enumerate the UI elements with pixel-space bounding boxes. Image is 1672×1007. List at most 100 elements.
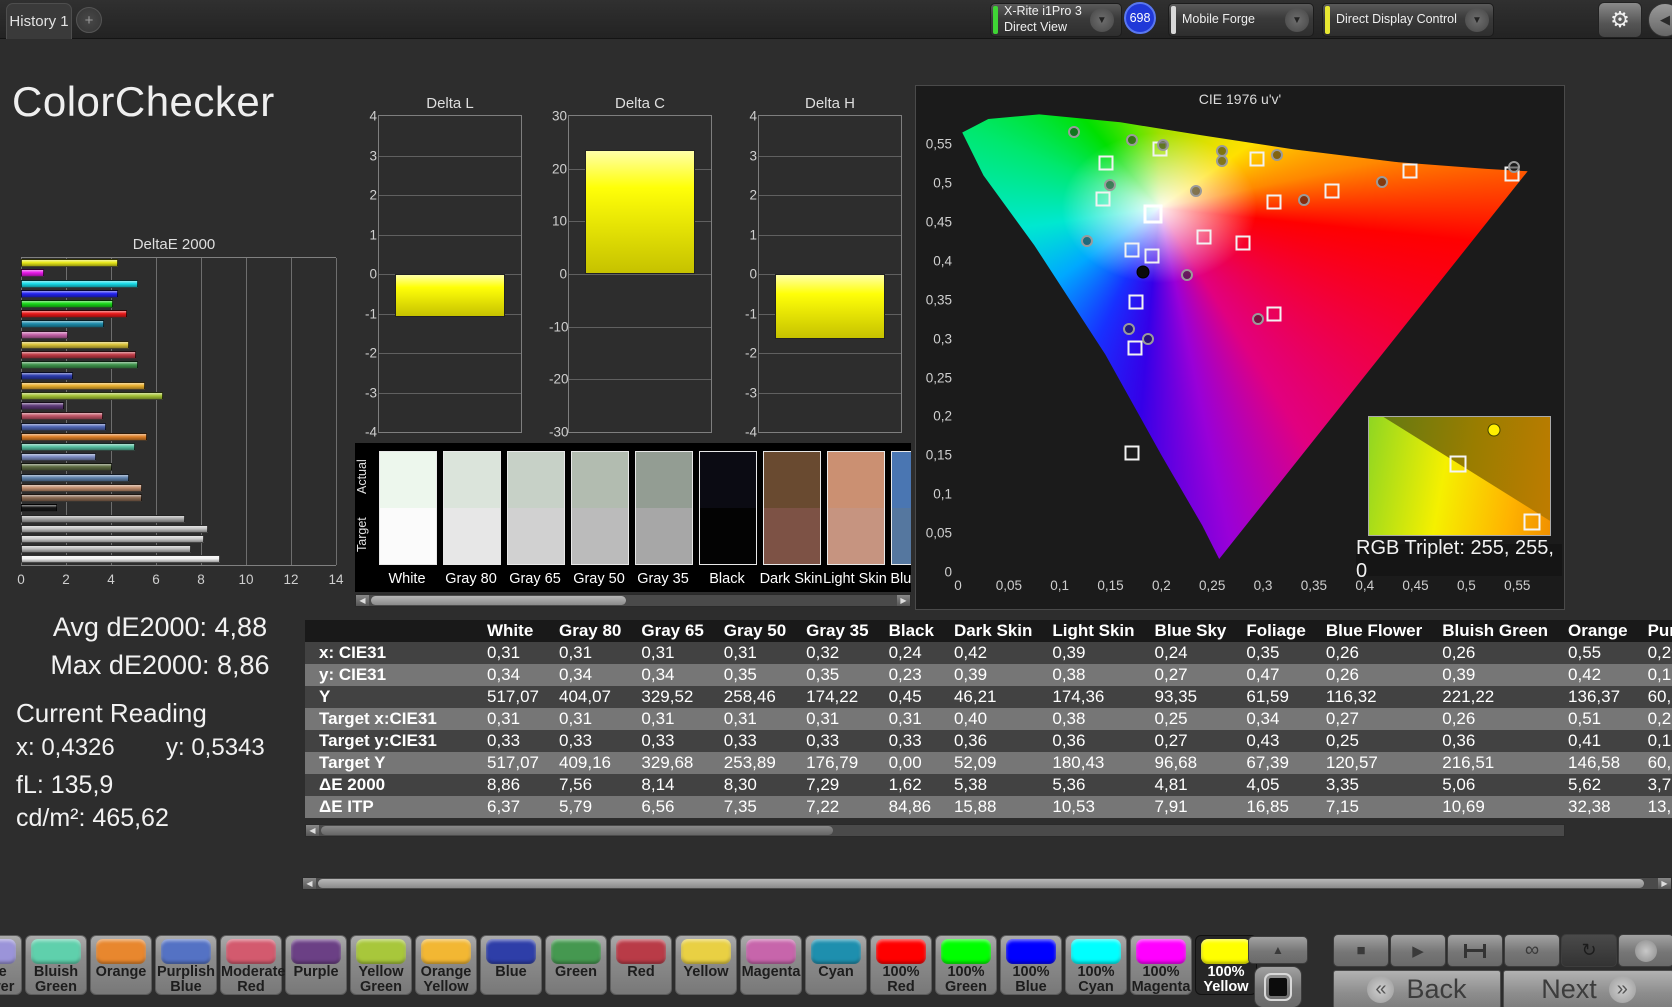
pattern-button-orange-yellow[interactable]: Orange Yellow xyxy=(415,935,477,995)
table-cell: 32,38 xyxy=(1558,796,1638,818)
pattern-size-button[interactable] xyxy=(1447,934,1503,967)
scroll-left-icon[interactable]: ◀ xyxy=(306,825,319,836)
source-dropdown[interactable]: Mobile Forge ▼ xyxy=(1168,3,1314,37)
continuous-read-button[interactable]: ∞ xyxy=(1504,934,1560,967)
deltae-bar-orange-yellow xyxy=(21,381,145,390)
pattern-button-green[interactable]: Green xyxy=(545,935,607,995)
y-tick-label: -4 xyxy=(744,424,757,440)
pattern-button-blue[interactable]: Blue xyxy=(480,935,542,995)
x-tick-label: 0,2 xyxy=(1151,578,1171,593)
table-cell: 0,42 xyxy=(943,642,1043,664)
cie-target-marker xyxy=(1098,155,1114,171)
table-cell: 46,21 xyxy=(943,686,1043,708)
pattern-bar-expand-button[interactable]: ▲ xyxy=(1248,936,1308,964)
pattern-button-magenta[interactable]: Magenta xyxy=(740,935,802,995)
pattern-button-100-red[interactable]: 100% Red xyxy=(870,935,932,995)
reading-count-badge[interactable]: 698 xyxy=(1124,2,1156,34)
deltae-bar-purple xyxy=(21,402,64,411)
pattern-button-yellow-green[interactable]: Yellow Green xyxy=(350,935,412,995)
y-tick-label: 0,1 xyxy=(933,486,952,502)
meter-dropdown[interactable]: X-Rite i1Pro 3 Direct View ▼ xyxy=(990,3,1122,37)
record-button[interactable] xyxy=(1618,934,1672,967)
table-cell: 174,22 xyxy=(796,686,879,708)
swatch-block xyxy=(443,451,501,565)
pattern-button-label: Orange Yellow xyxy=(420,964,472,996)
add-tab-button[interactable]: + xyxy=(76,7,102,33)
tab-history-1[interactable]: History 1 xyxy=(6,3,72,39)
table-cell: 5,06 xyxy=(1432,774,1559,796)
pattern-button-100-magenta[interactable]: 100% Magenta xyxy=(1130,935,1192,995)
source-dropdown-label: Mobile Forge xyxy=(1182,12,1255,27)
pattern-window-button[interactable] xyxy=(1254,966,1302,1007)
swatch-actual-color xyxy=(764,452,820,508)
table-cell: 216,51 xyxy=(1432,752,1559,774)
table-cell: 16,85 xyxy=(1236,796,1316,818)
table-cell: 404,07 xyxy=(549,686,632,708)
pattern-button-100-cyan[interactable]: 100% Cyan xyxy=(1065,935,1127,995)
table-scrollbar-thumb[interactable] xyxy=(321,826,833,835)
deltae-bar-100-green xyxy=(21,299,114,308)
pattern-button-red[interactable]: Red xyxy=(610,935,672,995)
deltae-bar-yellow xyxy=(21,340,129,349)
table-cell: 0,39 xyxy=(1432,664,1559,686)
play-button[interactable]: ▶ xyxy=(1390,934,1446,967)
panel-scrollbar-thumb[interactable] xyxy=(318,879,1644,888)
pattern-button-blue-flower[interactable]: BlueFlower xyxy=(0,935,22,995)
table-cell: 13,34 xyxy=(1637,796,1672,818)
cie-measured-marker xyxy=(1271,149,1284,161)
table-cell: 0,36 xyxy=(1432,730,1559,752)
scroll-left-icon[interactable]: ◀ xyxy=(356,595,369,606)
y-tick-label: 0,15 xyxy=(925,447,952,463)
scroll-right-icon[interactable]: ▶ xyxy=(897,595,910,606)
back-button[interactable]: « Back xyxy=(1333,970,1501,1007)
swatch-scrollbar[interactable]: ◀ ▶ xyxy=(355,594,911,607)
table-cell: 136,37 xyxy=(1558,686,1638,708)
scroll-right-icon[interactable]: ▶ xyxy=(1658,878,1671,889)
pattern-button-moderate-red[interactable]: Moderate Red xyxy=(220,935,285,995)
pattern-button-100-green[interactable]: 100% Green xyxy=(935,935,997,995)
y-tick-label: 30 xyxy=(551,108,567,124)
table-cell: 253,89 xyxy=(713,752,797,774)
swatch-scrollbar-thumb[interactable] xyxy=(371,596,626,605)
scroll-left-icon[interactable]: ◀ xyxy=(303,878,316,889)
pattern-button-bluish-green[interactable]: Bluish Green xyxy=(25,935,87,995)
pattern-button-purplish-blue[interactable]: Purplish Blue xyxy=(155,935,217,995)
settings-button[interactable]: ⚙ xyxy=(1598,2,1642,38)
table-cell: 0,31 xyxy=(477,708,549,730)
table-cell: 0,35 xyxy=(1236,642,1316,664)
pattern-button-orange[interactable]: Orange xyxy=(90,935,152,995)
triangle-up-icon: ▲ xyxy=(1272,943,1284,957)
x-tick-label: 8 xyxy=(197,572,205,587)
gridline xyxy=(569,274,711,275)
cie-target-marker xyxy=(1266,306,1282,322)
pattern-button-yellow[interactable]: Yellow xyxy=(675,935,737,995)
stop-button[interactable]: ■ xyxy=(1333,934,1389,967)
x-tick-label: 0 xyxy=(17,572,25,587)
y-tick-label: 4 xyxy=(749,108,757,124)
y-tick-label: 0,35 xyxy=(925,292,952,308)
table-cell: 0,27 xyxy=(1315,708,1433,730)
swatch-block xyxy=(763,451,821,565)
cie-selected-target-marker xyxy=(1143,204,1163,224)
pattern-button-100-blue[interactable]: 100% Blue xyxy=(1000,935,1062,995)
row-label: ΔE 2000 xyxy=(305,774,477,796)
table-cell: 517,07 xyxy=(477,686,549,708)
pattern-button-purple[interactable]: Purple xyxy=(285,935,347,995)
pattern-button-cyan[interactable]: Cyan xyxy=(805,935,867,995)
workflow-dropdown[interactable]: Direct Display Control ▼ xyxy=(1322,3,1494,37)
panel-scrollbar[interactable]: ◀ ▶ xyxy=(302,877,1672,890)
cie-measured-marker xyxy=(1180,268,1193,281)
swatch-label: Gray 35 xyxy=(637,571,689,587)
delta-l-chart: Delta L 4 3 2 1 0 -1 -2 -3 -4 xyxy=(358,95,524,440)
table-cell: 0,31 xyxy=(549,708,632,730)
table-scrollbar[interactable]: ◀ xyxy=(305,824,1565,837)
pattern-button-label: Cyan xyxy=(818,964,854,980)
gridline xyxy=(759,353,901,354)
swatch-label: Light Skin xyxy=(823,571,887,587)
pattern-color-chip xyxy=(291,939,341,964)
loop-button[interactable]: ↻ xyxy=(1561,934,1617,967)
next-button[interactable]: Next » xyxy=(1503,970,1672,1007)
collapse-panel-button[interactable]: ◀ xyxy=(1648,3,1672,37)
table-cell: 0,26 xyxy=(1315,664,1433,686)
pattern-color-chip xyxy=(941,939,991,964)
